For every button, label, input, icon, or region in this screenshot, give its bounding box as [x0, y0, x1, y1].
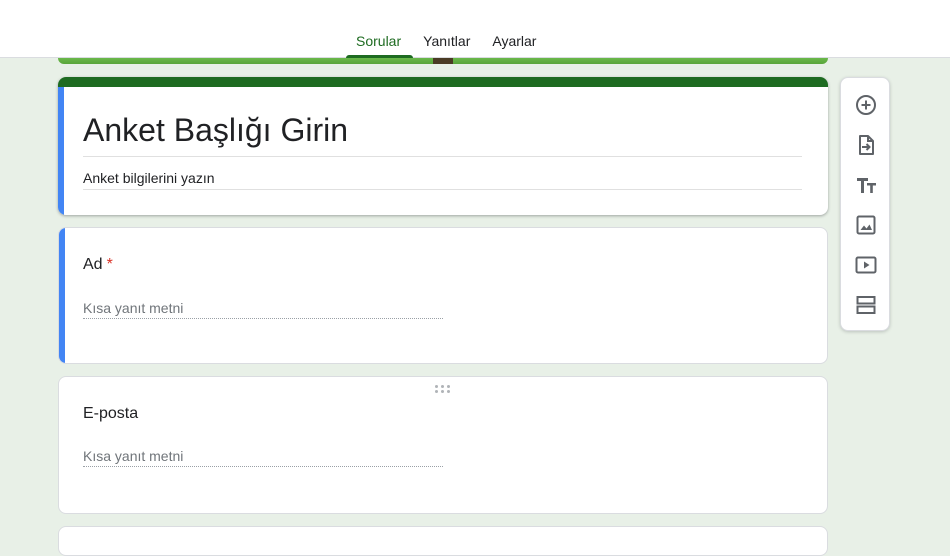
- required-asterisk: *: [106, 256, 113, 273]
- active-card-indicator: [58, 87, 64, 215]
- short-answer-field: Kısa yanıt metni: [83, 300, 443, 319]
- form-title-card: Anket Başlığı Girin Anket bilgilerini ya…: [58, 77, 828, 215]
- question-card-next[interactable]: [58, 526, 828, 556]
- add-video-icon[interactable]: [854, 253, 878, 277]
- question-card-email[interactable]: E-posta Kısa yanıt metni: [58, 376, 828, 514]
- question-card-name[interactable]: Ad * Kısa yanıt metni: [58, 227, 828, 364]
- floating-toolbar: [840, 77, 890, 331]
- active-question-indicator: [59, 228, 65, 363]
- short-answer-field: Kısa yanıt metni: [83, 448, 443, 467]
- form-description-input[interactable]: Anket bilgilerini yazın: [83, 169, 802, 190]
- form-tabs: Sorular Yanıtlar Ayarlar: [346, 0, 548, 58]
- question-title-text: Ad: [83, 256, 103, 273]
- top-bar: Sorular Yanıtlar Ayarlar: [0, 0, 950, 58]
- add-question-icon[interactable]: [854, 93, 878, 117]
- add-image-icon[interactable]: [854, 213, 878, 237]
- tab-responses[interactable]: Yanıtlar: [413, 0, 482, 58]
- question-title: E-posta: [83, 405, 139, 422]
- add-section-icon[interactable]: [854, 293, 878, 317]
- import-questions-icon[interactable]: [854, 133, 878, 157]
- question-title: Ad *: [83, 255, 113, 275]
- tab-questions[interactable]: Sorular: [346, 0, 414, 58]
- drag-handle-icon[interactable]: [435, 385, 451, 395]
- form-title-input[interactable]: Anket Başlığı Girin: [83, 110, 802, 157]
- theme-color-strip: [58, 77, 828, 87]
- header-image: [58, 58, 828, 64]
- add-title-icon[interactable]: [854, 173, 878, 197]
- tab-settings[interactable]: Ayarlar: [482, 0, 548, 58]
